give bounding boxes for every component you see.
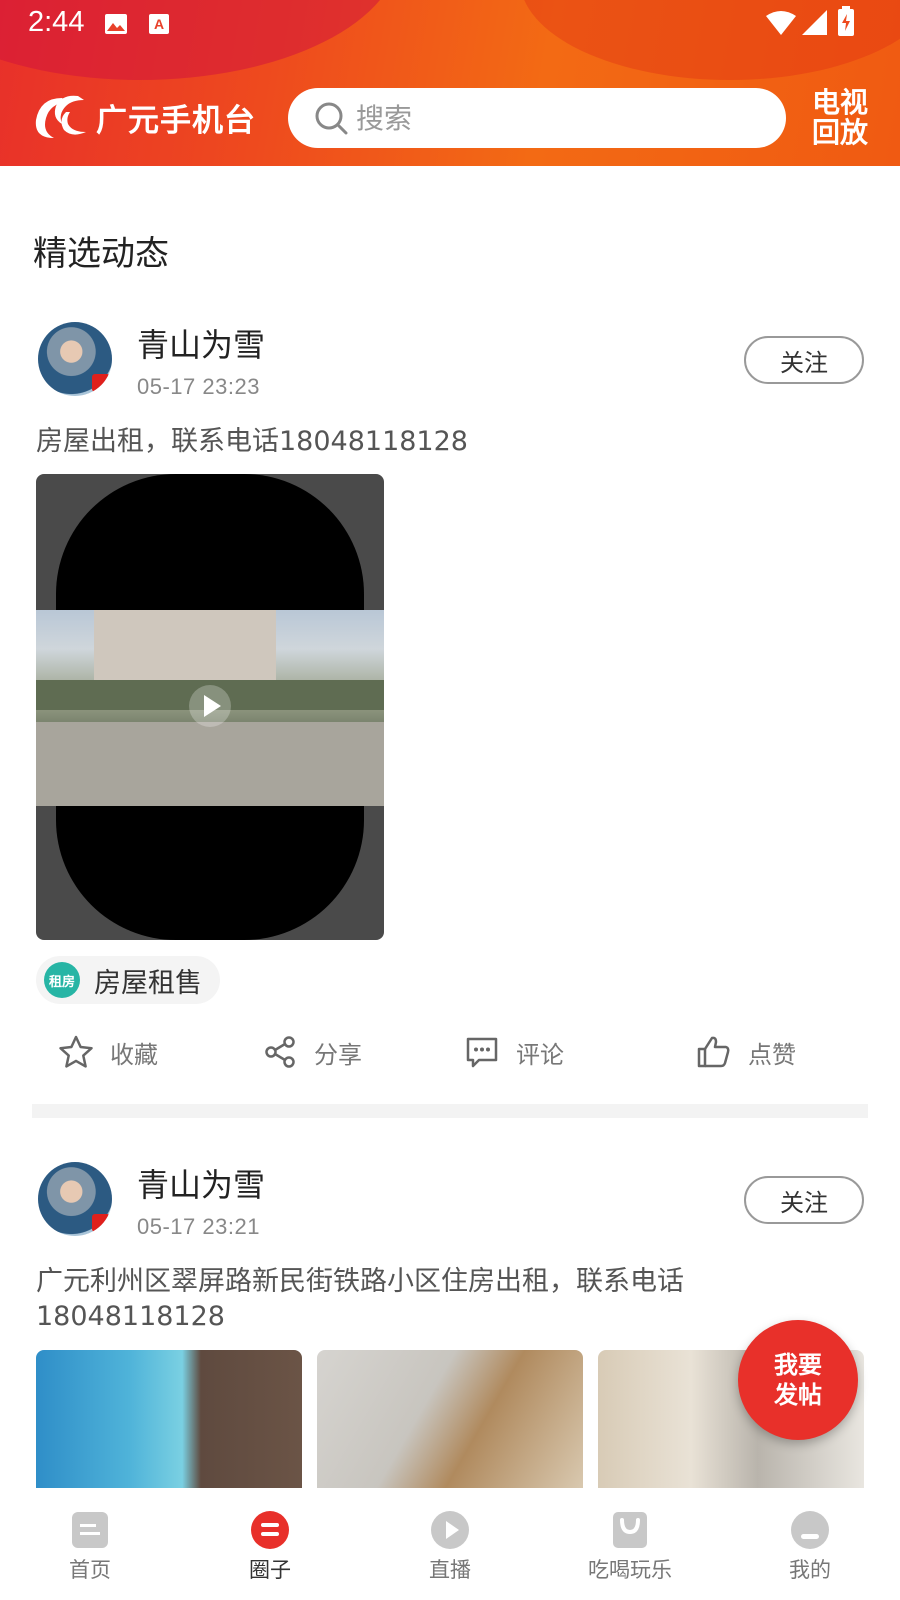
- share-label: 分享: [314, 1040, 362, 1069]
- post-time: 05-17 23:23: [137, 374, 260, 399]
- topic-tag-label: 房屋租售: [94, 967, 202, 999]
- avatar[interactable]: [38, 322, 112, 396]
- logo-mark-icon: [35, 95, 86, 138]
- tab-home[interactable]: 首页: [30, 1488, 150, 1600]
- tab-profile[interactable]: 我的: [750, 1488, 870, 1600]
- follow-button[interactable]: 关注: [744, 336, 864, 384]
- post-username[interactable]: 青山为雪: [137, 1160, 265, 1206]
- create-post-button[interactable]: 我要 发帖: [738, 1320, 858, 1440]
- tab-food-fun[interactable]: 吃喝玩乐: [570, 1488, 690, 1600]
- tab-label: 吃喝玩乐: [588, 1558, 672, 1582]
- post-text: 房屋出租，联系电话18048118128: [36, 426, 468, 457]
- tab-label: 圈子: [249, 1558, 291, 1582]
- image-notification-icon: [105, 14, 127, 34]
- favorite-button[interactable]: 收藏: [58, 1028, 158, 1076]
- share-button[interactable]: 分享: [262, 1028, 362, 1076]
- status-time: 2:44: [28, 6, 85, 38]
- app-header: 2:44 A 广元手机台 电视 回放: [0, 0, 900, 166]
- svg-text:A: A: [154, 16, 164, 32]
- app-logo: 广元手机台: [32, 92, 256, 142]
- circle-icon: [251, 1511, 289, 1549]
- favorite-label: 收藏: [110, 1040, 158, 1069]
- like-label: 点赞: [748, 1040, 796, 1069]
- battery-icon: [838, 6, 854, 36]
- create-post-label-line2: 发帖: [774, 1381, 822, 1409]
- tv-replay-button[interactable]: 电视 回放: [808, 88, 872, 148]
- topic-tag[interactable]: 租房 房屋租售: [36, 956, 220, 1004]
- post-username[interactable]: 青山为雪: [137, 320, 265, 366]
- flag-badge-icon: [92, 1214, 110, 1232]
- post-text: 广元利州区翠屏路新民街铁路小区住房出租，联系电话18048118128: [36, 1266, 684, 1332]
- thumbs-up-icon: [697, 1036, 730, 1068]
- tv-replay-label-line2: 回放: [811, 116, 868, 149]
- tab-label: 首页: [69, 1558, 111, 1582]
- comment-button[interactable]: 评论: [464, 1028, 564, 1076]
- tab-label: 我的: [789, 1558, 831, 1582]
- post-image[interactable]: [36, 1350, 302, 1490]
- create-post-label-line1: 我要: [774, 1351, 822, 1379]
- rental-tag-icon: 租房: [44, 962, 80, 998]
- tv-replay-label-line1: 电视: [811, 86, 868, 119]
- road-shape: [36, 722, 384, 806]
- post-time: 05-17 23:21: [137, 1214, 260, 1239]
- bottom-tab-bar: 首页 圈子 直播 吃喝玩乐 我的: [0, 1488, 900, 1600]
- search-input[interactable]: [356, 101, 776, 135]
- profile-icon: [791, 1511, 829, 1549]
- font-notification-icon: A: [149, 14, 169, 34]
- post-divider: [32, 1104, 868, 1118]
- tab-circle[interactable]: 圈子: [210, 1488, 330, 1600]
- search-icon: [315, 102, 348, 135]
- section-title: 精选动态: [33, 234, 169, 274]
- search-bar[interactable]: [288, 88, 786, 148]
- status-bar: 2:44 A: [0, 0, 900, 48]
- wifi-icon: [766, 11, 796, 35]
- video-thumbnail[interactable]: [36, 474, 384, 940]
- play-icon[interactable]: [188, 684, 232, 728]
- like-button[interactable]: 点赞: [696, 1028, 796, 1076]
- tab-live[interactable]: 直播: [390, 1488, 510, 1600]
- star-icon: [59, 1035, 93, 1068]
- tab-label: 直播: [429, 1558, 471, 1582]
- live-play-icon: [431, 1511, 469, 1549]
- app-name: 广元手机台: [96, 102, 256, 139]
- avatar[interactable]: [38, 1162, 112, 1236]
- comment-icon: [466, 1037, 498, 1068]
- cellular-signal-icon: [802, 10, 827, 35]
- flag-badge-icon: [92, 374, 110, 392]
- post-actions: 收藏 分享 评论 点赞: [0, 1028, 900, 1076]
- comment-label: 评论: [516, 1040, 564, 1069]
- home-icon: [72, 1512, 108, 1548]
- post-image[interactable]: [317, 1350, 583, 1490]
- shopping-bag-icon: [613, 1512, 647, 1548]
- follow-button[interactable]: 关注: [744, 1176, 864, 1224]
- share-icon: [265, 1036, 295, 1068]
